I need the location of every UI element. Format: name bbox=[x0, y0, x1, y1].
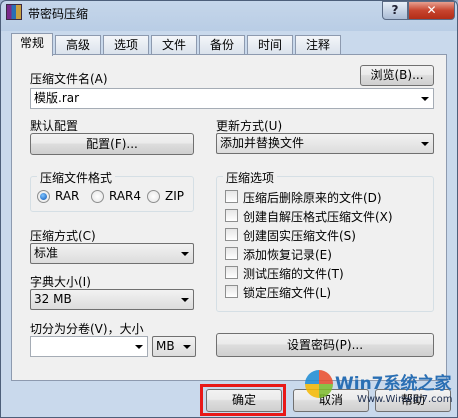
format-rar-label[interactable]: RAR bbox=[55, 189, 79, 203]
archive-name-label: 压缩文件名(A) bbox=[30, 72, 108, 86]
archive-name-value: 模版.rar bbox=[34, 91, 80, 105]
general-panel: 压缩文件名(A) 浏览(B)... 模版.rar 默认配置 配置(F)... 更… bbox=[11, 54, 447, 381]
browse-button[interactable]: 浏览(B)... bbox=[360, 65, 434, 86]
lock-archive-checkbox[interactable] bbox=[225, 285, 238, 298]
archive-name-input[interactable]: 模版.rar bbox=[30, 88, 434, 109]
chevron-down-icon[interactable] bbox=[421, 142, 429, 146]
watermark-text: Win7系统之家 bbox=[335, 374, 452, 394]
windows-logo-icon bbox=[305, 370, 333, 398]
dialog-window: 带密码压缩 ? ✕ 常规 高级 选项 文件 备份 时间 注释 压缩文件名(A) … bbox=[0, 0, 458, 418]
options-group: 压缩选项 压缩后删除原来的文件(D) 创建自解压格式压缩文件(X) 创建固实压缩… bbox=[216, 169, 434, 312]
delete-after-checkbox[interactable] bbox=[225, 190, 238, 203]
tab-time[interactable]: 时间 bbox=[247, 35, 293, 55]
solid-label[interactable]: 创建固实压缩文件(S) bbox=[243, 227, 356, 244]
profiles-button[interactable]: 配置(F)... bbox=[30, 133, 194, 155]
volumes-label: 切分为分卷(V)，大小 bbox=[30, 322, 144, 336]
lock-archive-label[interactable]: 锁定压缩文件(L) bbox=[243, 284, 331, 301]
tab-comment[interactable]: 注释 bbox=[295, 35, 341, 55]
test-files-label[interactable]: 测试压缩的文件(T) bbox=[243, 265, 344, 282]
dictionary-value: 32 MB bbox=[34, 292, 72, 306]
chevron-down-icon[interactable] bbox=[421, 97, 429, 101]
ok-highlight-box bbox=[200, 384, 286, 416]
tab-general[interactable]: 常规 bbox=[11, 33, 53, 56]
volume-size-input[interactable] bbox=[30, 336, 148, 357]
recovery-record-checkbox[interactable] bbox=[225, 247, 238, 260]
method-label: 压缩方式(C) bbox=[30, 229, 96, 243]
chevron-down-icon[interactable] bbox=[181, 298, 189, 302]
update-mode-label: 更新方式(U) bbox=[216, 119, 283, 133]
recovery-record-label[interactable]: 添加恢复记录(E) bbox=[243, 246, 332, 263]
tab-advanced[interactable]: 高级 bbox=[55, 35, 101, 55]
format-rar-radio[interactable] bbox=[37, 190, 50, 203]
window-title: 带密码压缩 bbox=[28, 7, 89, 21]
tab-files[interactable]: 文件 bbox=[151, 35, 197, 55]
format-rar4-radio[interactable] bbox=[91, 190, 104, 203]
sfx-label[interactable]: 创建自解压格式压缩文件(X) bbox=[243, 208, 393, 225]
method-select[interactable]: 标准 bbox=[30, 243, 194, 264]
sfx-checkbox[interactable] bbox=[225, 209, 238, 222]
title-bar[interactable]: 带密码压缩 ? ✕ bbox=[1, 1, 457, 25]
tab-options[interactable]: 选项 bbox=[103, 35, 149, 55]
format-zip-label[interactable]: ZIP bbox=[165, 189, 184, 203]
close-icon[interactable]: ✕ bbox=[408, 1, 455, 20]
volume-unit-value: MB bbox=[156, 339, 175, 353]
test-files-checkbox[interactable] bbox=[225, 266, 238, 279]
update-mode-select[interactable]: 添加并替换文件 bbox=[216, 133, 434, 154]
chevron-down-icon[interactable] bbox=[181, 252, 189, 256]
options-group-title: 压缩选项 bbox=[223, 169, 278, 186]
chevron-down-icon[interactable] bbox=[135, 345, 143, 349]
solid-checkbox[interactable] bbox=[225, 228, 238, 241]
tab-backup[interactable]: 备份 bbox=[199, 35, 245, 55]
format-group: 压缩文件格式 RAR RAR4 ZIP bbox=[30, 169, 194, 212]
watermark-url: Www.Winwin7.com bbox=[357, 394, 453, 405]
winrar-icon bbox=[6, 4, 22, 20]
chevron-down-icon[interactable] bbox=[183, 345, 191, 349]
delete-after-label[interactable]: 压缩后删除原来的文件(D) bbox=[243, 189, 382, 206]
volume-unit-select[interactable]: MB bbox=[152, 336, 196, 357]
format-zip-radio[interactable] bbox=[147, 190, 160, 203]
method-value: 标准 bbox=[34, 246, 59, 260]
profile-label: 默认配置 bbox=[30, 119, 79, 133]
update-mode-value: 添加并替换文件 bbox=[220, 136, 305, 150]
set-password-button[interactable]: 设置密码(P)... bbox=[216, 333, 434, 357]
help-icon[interactable]: ? bbox=[382, 1, 408, 20]
format-group-title: 压缩文件格式 bbox=[37, 169, 116, 186]
dictionary-select[interactable]: 32 MB bbox=[30, 289, 194, 310]
format-rar4-label[interactable]: RAR4 bbox=[109, 189, 141, 203]
watermark: Win7系统之家 Www.Winwin7.com bbox=[305, 367, 455, 417]
dictionary-label: 字典大小(I) bbox=[30, 275, 91, 289]
